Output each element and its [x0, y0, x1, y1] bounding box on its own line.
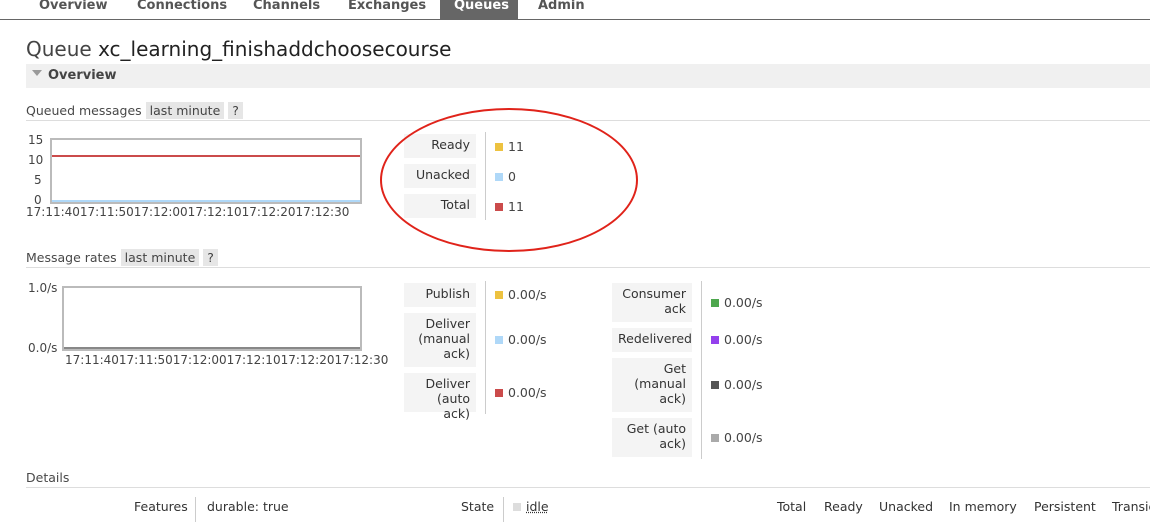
y-tick-label: 15	[28, 133, 44, 147]
overview-section-toggle[interactable]: Overview	[26, 64, 1150, 88]
redelivered-swatch-icon	[711, 336, 719, 344]
rates-range-selector[interactable]: last minute	[120, 249, 200, 266]
queued-messages-title: Queued messages	[26, 103, 142, 118]
column-persistent: Persistent	[1034, 499, 1096, 514]
state-value: idle	[513, 499, 549, 514]
details-separator	[503, 497, 504, 522]
tab-admin[interactable]: Admin	[538, 0, 585, 20]
column-in-memory: In memory	[949, 499, 1017, 514]
collapse-triangle-icon	[32, 70, 42, 76]
legend-separator	[485, 281, 486, 414]
y-tick-label: 10	[28, 153, 44, 167]
tab-overview[interactable]: Overview	[39, 0, 108, 20]
legend-label-deliver-auto: Deliver (auto ack)	[404, 373, 476, 421]
tab-connections[interactable]: Connections	[137, 0, 227, 20]
page-title-prefix: Queue	[26, 37, 92, 61]
details-heading: Details	[26, 470, 70, 485]
legend-label-deliver-manual: Deliver (manual ack)	[404, 313, 476, 367]
y-tick-label: 1.0/s	[28, 281, 58, 295]
legend-label-get-manual: Get (manual ack)	[612, 358, 692, 412]
deliver-manual-swatch-icon	[495, 336, 503, 344]
queued-range-selector[interactable]: last minute	[145, 102, 225, 119]
top-nav: Overview Connections Channels Exchanges …	[0, 0, 1150, 20]
legend-value-publish: 0.00/s	[495, 287, 547, 302]
legend-value-consumer-ack: 0.00/s	[711, 295, 763, 310]
deliver-auto-swatch-icon	[495, 389, 503, 397]
legend-separator	[701, 281, 702, 459]
features-value: durable: true	[207, 499, 289, 514]
legend-label-publish: Publish	[404, 283, 476, 307]
queued-help-button[interactable]: ?	[228, 102, 243, 119]
legend-value-get-manual: 0.00/s	[711, 377, 763, 392]
column-unacked: Unacked	[879, 499, 934, 514]
get-auto-swatch-icon	[711, 434, 719, 442]
tab-exchanges[interactable]: Exchanges	[348, 0, 426, 20]
legend-label-get-auto: Get (auto ack)	[612, 418, 692, 457]
legend-value-deliver-auto: 0.00/s	[495, 385, 547, 400]
tab-queues[interactable]: Queues	[440, 0, 518, 20]
annotation-circle	[380, 108, 638, 252]
publish-swatch-icon	[495, 291, 503, 299]
divider	[26, 487, 1150, 488]
overview-section-label: Overview	[48, 68, 117, 83]
state-label: State	[461, 499, 495, 514]
queue-name: xc_learning_finishaddchoosecourse	[98, 37, 452, 61]
column-ready: Ready	[824, 499, 863, 514]
column-transient: Transie	[1112, 499, 1150, 514]
x-tick-labels: 17:11:4017:11:5017:12:0017:12:1017:12:20…	[65, 353, 389, 367]
rates-plot-area	[62, 286, 362, 351]
legend-value-deliver-manual: 0.00/s	[495, 332, 547, 347]
rates-help-button[interactable]: ?	[203, 249, 218, 266]
column-total: Total	[777, 499, 807, 514]
legend-value-redelivered: 0.00/s	[711, 332, 763, 347]
page-title: Queue xc_learning_finishaddchoosecourse	[26, 37, 451, 61]
state-indicator-icon	[513, 503, 521, 511]
y-tick-label: 5	[34, 173, 42, 187]
divider	[26, 267, 1150, 268]
message-rates-title: Message rates	[26, 250, 117, 265]
legend-label-redelivered: Redelivered	[612, 328, 692, 352]
legend-value-get-auto: 0.00/s	[711, 430, 763, 445]
y-tick-label: 0.0/s	[28, 341, 58, 355]
divider	[26, 120, 1150, 121]
x-tick-labels: 17:11:4017:11:5017:12:0017:12:1017:12:20…	[26, 205, 350, 219]
tab-channels[interactable]: Channels	[253, 0, 320, 20]
features-label: Features	[134, 499, 188, 514]
details-separator	[195, 497, 196, 522]
message-rates-heading: Message rates last minute?	[26, 249, 218, 266]
legend-label-consumer-ack: Consumer ack	[612, 283, 692, 322]
queued-plot-area	[50, 138, 362, 204]
consumer-ack-swatch-icon	[711, 299, 719, 307]
queued-messages-heading: Queued messages last minute?	[26, 102, 243, 119]
get-manual-swatch-icon	[711, 381, 719, 389]
rates-plot-svg	[64, 347, 360, 349]
queued-plot-svg	[52, 155, 360, 202]
